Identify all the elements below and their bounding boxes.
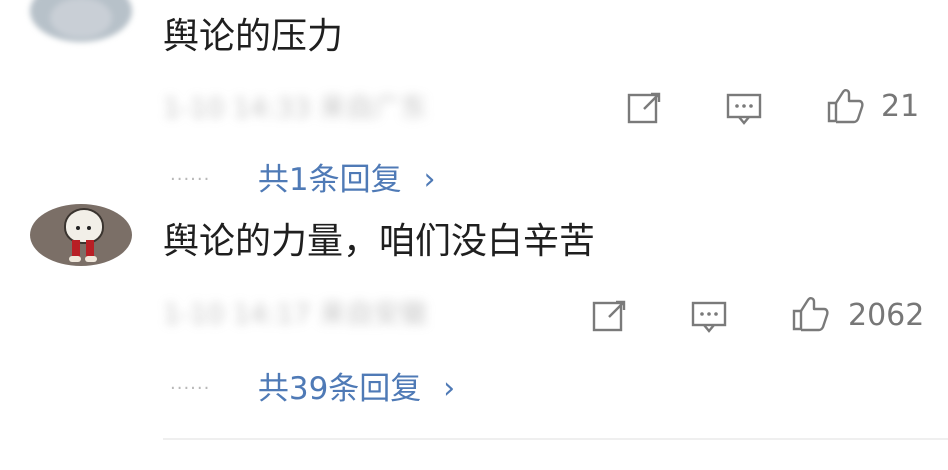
like-icon[interactable] <box>825 86 865 126</box>
avatar-foot-left <box>69 256 81 262</box>
like-icon[interactable] <box>790 294 830 334</box>
view-replies-link[interactable]: ······ 共1条回复 › <box>170 158 435 200</box>
reply-dots: ······ <box>170 377 211 399</box>
avatar-eye-left <box>76 226 80 230</box>
avatar-character <box>64 208 104 244</box>
like-count: 21 <box>881 89 920 124</box>
comment-meta: 1-10 14:17 来自安徽 <box>163 299 428 330</box>
reply-count-label[interactable]: 共1条回复 <box>258 160 402 200</box>
like-count: 2062 <box>848 298 925 333</box>
avatar-eye-right <box>87 226 91 230</box>
comment-text: 舆论的压力 <box>163 16 344 57</box>
avatar[interactable] <box>30 204 132 266</box>
comment-icon[interactable] <box>725 88 765 128</box>
share-icon[interactable] <box>590 296 630 336</box>
comment-icon[interactable] <box>690 296 730 336</box>
reply-dots: ······ <box>170 168 211 190</box>
comment-meta: 1-10 14:33 来自广东 <box>163 93 428 124</box>
chevron-right-icon[interactable]: › <box>423 160 435 200</box>
comment-divider <box>163 438 948 440</box>
reply-count-label[interactable]: 共39条回复 <box>258 369 421 409</box>
view-replies-link[interactable]: ······ 共39条回复 › <box>170 367 455 409</box>
share-icon[interactable] <box>625 88 665 128</box>
chevron-right-icon[interactable]: › <box>443 369 455 409</box>
avatar-foot-right <box>85 256 97 262</box>
avatar[interactable] <box>30 0 132 42</box>
comment-text: 舆论的力量，咱们没白辛苦 <box>163 221 596 262</box>
avatar-blur-shape <box>50 0 112 38</box>
